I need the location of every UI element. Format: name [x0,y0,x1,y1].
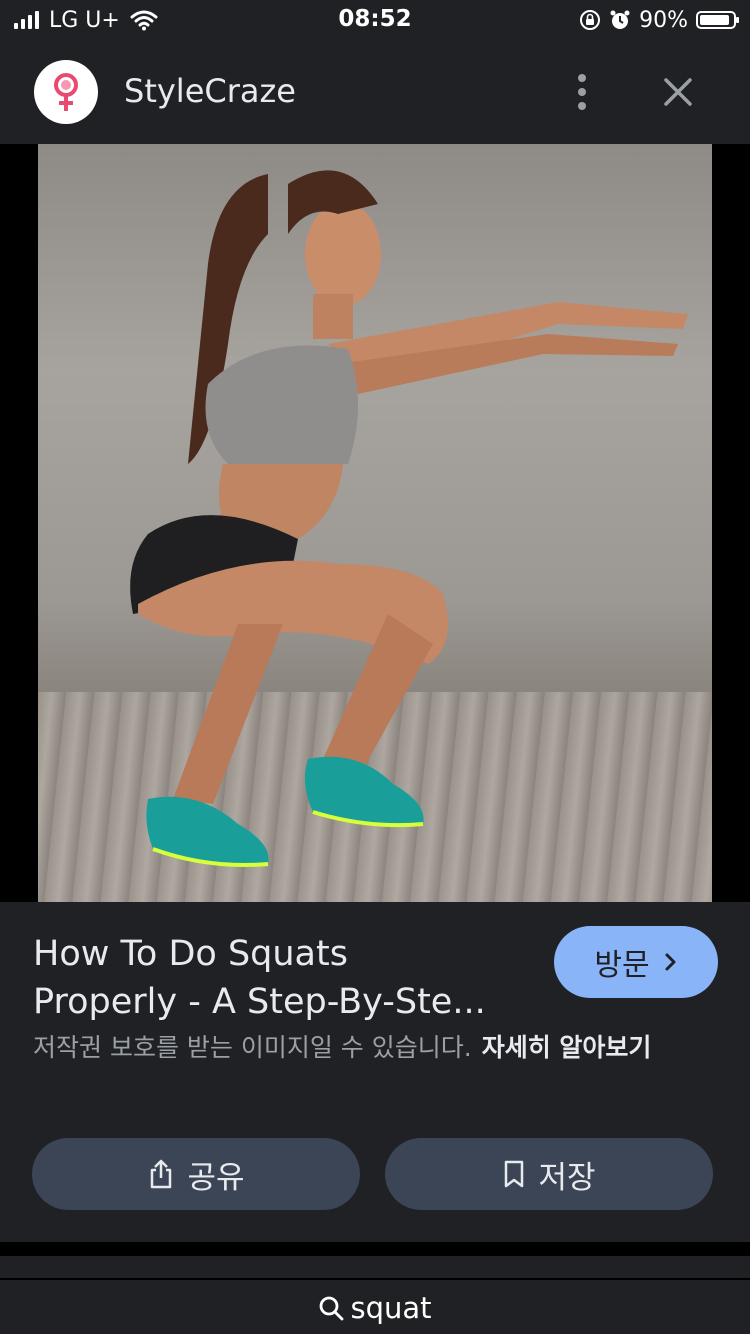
search-query-chip[interactable]: squat [0,1288,750,1328]
share-button[interactable]: 공유 [32,1138,360,1210]
bottom-divider [0,1278,750,1280]
visit-button[interactable]: 방문 [554,926,718,998]
search-query: squat [350,1291,432,1325]
status-right: 90% [579,6,739,34]
viewer-header: StyleCraze [0,40,750,144]
share-label: 공유 [187,1159,245,1196]
alarm-icon [610,10,630,29]
battery-fill [700,15,729,25]
result-image[interactable] [38,144,712,902]
learn-more-link[interactable]: 자세히 알아보기 [482,1033,652,1062]
image-preview-area [0,144,750,1013]
more-vertical-icon[interactable] [565,70,599,114]
section-separator [0,1242,750,1256]
image-info-panel: How To Do Squats Properly - A Step-By-St… [0,902,750,1242]
orientation-lock-icon [580,10,601,30]
female-symbol-icon [54,73,78,111]
search-icon [320,1296,344,1321]
close-icon[interactable] [656,70,700,114]
battery-percent: 90% [639,7,688,33]
copyright-notice: 저작권 보호를 받는 이미지일 수 있습니다. 자세히 알아보기 [33,1030,713,1066]
title-line-1: How To Do Squats [33,934,348,974]
status-bar: LG U+ 08:52 90% [0,0,750,40]
share-icon [151,1159,172,1189]
title-line-2: Properly - A Step-By-Ste... [33,982,486,1022]
visit-label: 방문 [594,948,650,983]
result-title[interactable]: How To Do Squats Properly - A Step-By-St… [33,930,533,1026]
bookmark-icon [505,1160,524,1188]
site-logo[interactable] [34,60,98,124]
chevron-right-icon [665,953,676,971]
bottom-search-bar: squat [0,1256,750,1334]
save-button[interactable]: 저장 [385,1138,713,1210]
battery-icon [696,11,739,29]
squat-figure-illustration [130,170,688,867]
save-label: 저장 [538,1159,596,1196]
site-name[interactable]: StyleCraze [124,72,296,110]
copyright-text: 저작권 보호를 받는 이미지일 수 있습니다. [33,1033,472,1062]
